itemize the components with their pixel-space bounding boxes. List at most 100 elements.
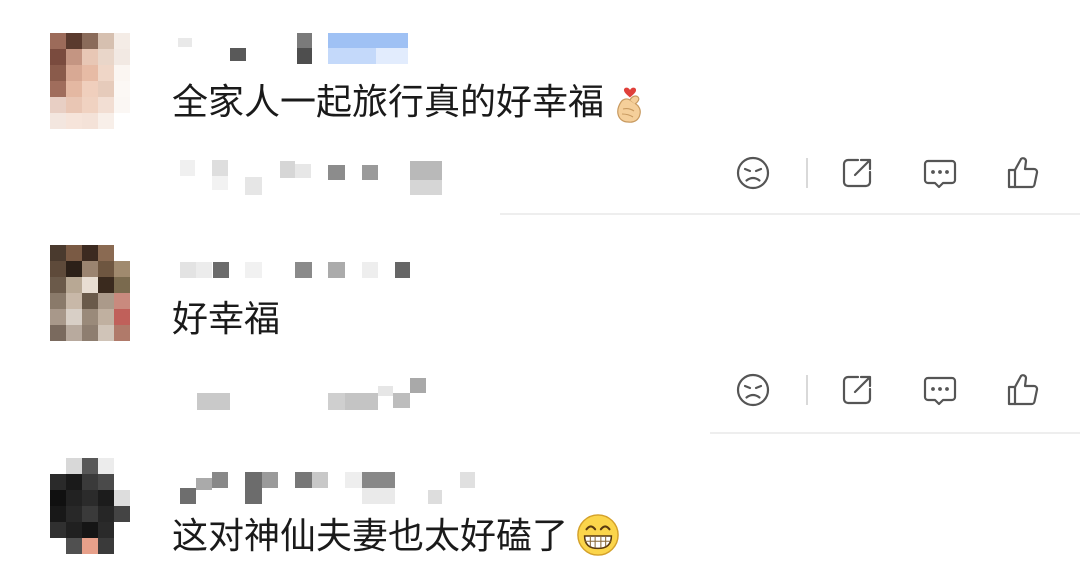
blurred-block	[376, 48, 408, 64]
blurred-block	[196, 262, 212, 278]
avatar-mosaic-cell	[82, 81, 98, 97]
avatar-mosaic-cell	[82, 33, 98, 49]
blurred-block	[295, 164, 311, 178]
avatar-mosaic-cell	[50, 65, 66, 81]
comment-text: 好幸福	[172, 299, 281, 340]
blurred-block	[362, 488, 395, 504]
blurred-block	[362, 472, 395, 488]
finger-heart-emoji	[610, 78, 650, 128]
avatar-mosaic-cell	[66, 293, 82, 309]
avatar-mosaic-cell	[82, 245, 98, 261]
blurred-block	[395, 262, 410, 278]
blurred-block	[212, 472, 228, 488]
blurred-block	[245, 262, 262, 278]
avatar-mosaic-cell	[98, 49, 114, 65]
avatar-mosaic-cell	[50, 97, 66, 113]
avatar-mosaic-cell	[50, 261, 66, 277]
avatar-mosaic-cell	[98, 309, 114, 325]
avatar-mosaic-cell	[114, 113, 130, 129]
avatar-mosaic-cell	[50, 81, 66, 97]
avatar-mosaic-cell	[82, 522, 98, 538]
avatar[interactable]	[50, 458, 130, 554]
avatar-mosaic-cell	[66, 325, 82, 341]
avatar-mosaic-cell	[66, 97, 82, 113]
thumbs-up-icon[interactable]	[1005, 155, 1041, 191]
avatar-mosaic-cell	[98, 261, 114, 277]
avatar-mosaic-cell	[66, 506, 82, 522]
blurred-block	[297, 33, 312, 48]
avatar-mosaic-cell	[98, 538, 114, 554]
blurred-block	[197, 393, 230, 410]
avatar-mosaic-cell	[82, 538, 98, 554]
avatar-mosaic-cell	[114, 490, 130, 506]
avatar-mosaic-cell	[66, 81, 82, 97]
avatar[interactable]	[50, 245, 130, 341]
avatar-mosaic-cell	[50, 113, 66, 129]
avatar-mosaic-cell	[82, 293, 98, 309]
blurred-block	[410, 161, 442, 180]
avatar-mosaic-cell	[82, 474, 98, 490]
avatar-mosaic-cell	[82, 261, 98, 277]
blurred-block	[245, 177, 262, 195]
blurred-block	[212, 176, 228, 190]
comment-body: 这对神仙夫妻也太好磕了	[172, 514, 620, 559]
blurred-block	[362, 165, 378, 180]
blurred-block	[295, 472, 312, 488]
avatar-mosaic-cell	[98, 277, 114, 293]
avatar-mosaic-cell	[82, 309, 98, 325]
avatar-mosaic-cell	[98, 506, 114, 522]
comment-icon[interactable]	[922, 372, 958, 408]
avatar-mosaic-cell	[82, 277, 98, 293]
blurred-block	[410, 180, 442, 195]
avatar-mosaic-cell	[50, 538, 66, 554]
blurred-block	[328, 33, 408, 48]
avatar-mosaic-cell	[114, 277, 130, 293]
avatar-mosaic-cell	[114, 522, 130, 538]
avatar-mosaic-cell	[82, 49, 98, 65]
blurred-block	[180, 160, 195, 176]
avatar-mosaic-cell	[66, 490, 82, 506]
avatar-mosaic-cell	[50, 490, 66, 506]
comment-text: 这对神仙夫妻也太好磕了	[172, 516, 569, 557]
avatar-mosaic-cell	[114, 458, 130, 474]
comment-body: 全家人一起旅行真的好幸福	[172, 81, 650, 125]
frown-icon[interactable]	[735, 372, 771, 408]
blurred-block	[180, 262, 196, 278]
comment-icon[interactable]	[922, 155, 958, 191]
avatar-mosaic-cell	[50, 309, 66, 325]
avatar-mosaic-cell	[66, 49, 82, 65]
avatar-mosaic-cell	[66, 65, 82, 81]
avatar-mosaic-cell	[50, 293, 66, 309]
avatar-mosaic-cell	[82, 113, 98, 129]
avatar-mosaic-cell	[98, 245, 114, 261]
blurred-block	[362, 262, 378, 278]
blurred-block	[312, 472, 328, 488]
blurred-block	[213, 262, 229, 278]
avatar-mosaic-cell	[66, 538, 82, 554]
blurred-block	[328, 393, 345, 410]
frown-icon[interactable]	[735, 155, 771, 191]
avatar-mosaic-cell	[114, 293, 130, 309]
avatar-mosaic-cell	[66, 277, 82, 293]
action-divider	[806, 158, 808, 188]
blurred-block	[178, 38, 192, 47]
avatar-mosaic-cell	[114, 309, 130, 325]
blurred-block	[180, 488, 196, 504]
share-icon[interactable]	[839, 372, 875, 408]
avatar-mosaic-cell	[114, 474, 130, 490]
share-icon[interactable]	[839, 155, 875, 191]
thumbs-up-icon[interactable]	[1005, 372, 1041, 408]
avatar-mosaic-cell	[66, 309, 82, 325]
comment-separator	[710, 432, 1080, 434]
avatar-mosaic-cell	[114, 506, 130, 522]
avatar-mosaic-cell	[98, 458, 114, 474]
avatar-mosaic-cell	[66, 261, 82, 277]
avatar-mosaic-cell	[98, 474, 114, 490]
avatar-mosaic-cell	[98, 81, 114, 97]
avatar-mosaic-cell	[114, 538, 130, 554]
blurred-block	[297, 48, 312, 64]
avatar-mosaic-cell	[82, 506, 98, 522]
avatar-mosaic-cell	[114, 65, 130, 81]
avatar-mosaic-cell	[66, 474, 82, 490]
avatar[interactable]	[50, 33, 130, 129]
